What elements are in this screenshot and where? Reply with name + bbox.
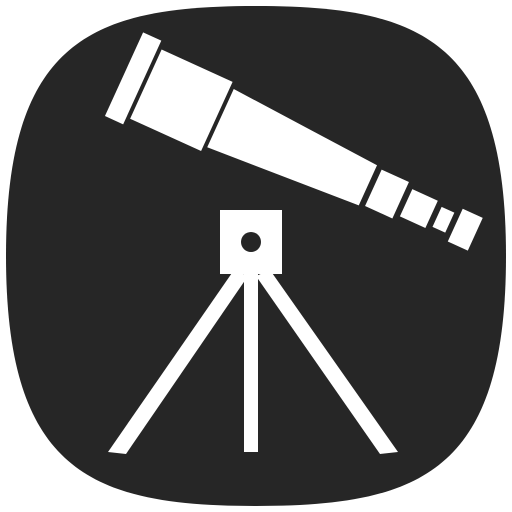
telescope-icon bbox=[6, 6, 506, 506]
app-icon[interactable] bbox=[0, 0, 512, 512]
telescope-mount bbox=[220, 210, 282, 274]
